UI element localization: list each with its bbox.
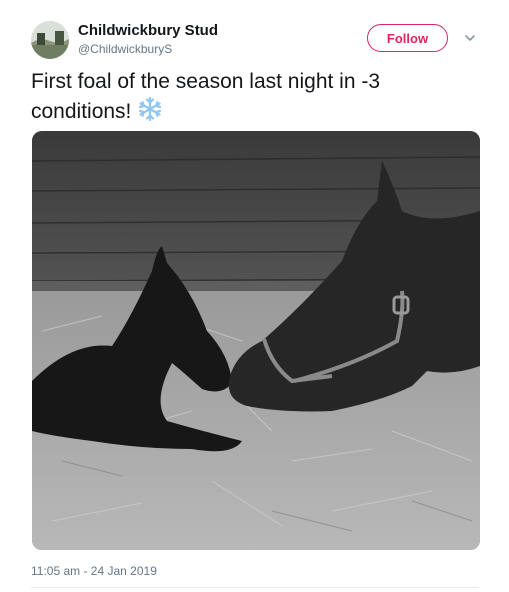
follow-button[interactable]: Follow <box>367 24 448 52</box>
author-name[interactable]: Childwickbury Stud <box>78 22 218 40</box>
tweet-text: First foal of the season last night in -… <box>31 68 481 130</box>
avatar-image <box>31 21 69 59</box>
avatar[interactable] <box>31 21 69 59</box>
tweet-photo[interactable] <box>32 131 480 550</box>
tweet-card: Childwickbury Stud @ChildwickburyS Follo… <box>0 0 509 592</box>
divider <box>31 587 479 588</box>
chevron-down-icon[interactable] <box>463 31 477 45</box>
tweet-timestamp[interactable]: 11:05 am - 24 Jan 2019 <box>31 563 157 579</box>
snowflake-icon <box>137 96 163 130</box>
horse-and-foal-photo <box>32 131 480 550</box>
tweet-body: First foal of the season last night in -… <box>31 70 381 123</box>
author-handle[interactable]: @ChildwickburyS <box>78 41 172 57</box>
